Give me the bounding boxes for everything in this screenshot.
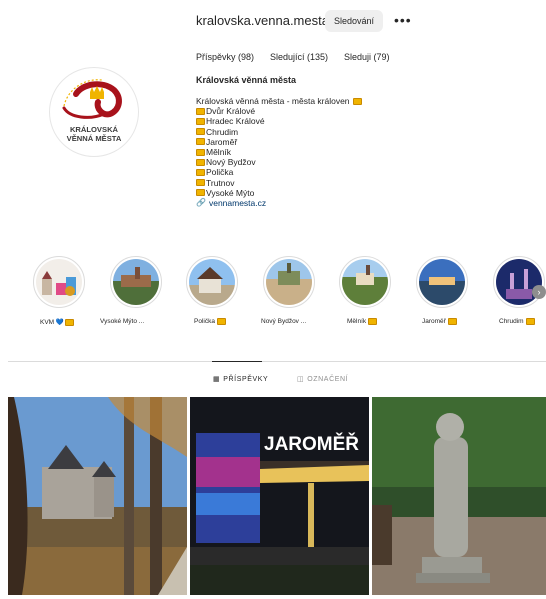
chevron-right-icon[interactable]: › xyxy=(532,285,546,299)
more-options-icon[interactable]: ••• xyxy=(394,12,412,28)
post-sign-text: JAROMĚŘ xyxy=(264,433,359,455)
highlight-jaromer[interactable]: Jaroměř xyxy=(416,256,468,325)
post-image xyxy=(8,397,187,595)
post-tile[interactable]: JAROMĚŘ xyxy=(190,397,369,595)
website-text[interactable]: vennamesta.cz xyxy=(209,198,266,208)
bio-city-line: Trutnov xyxy=(196,178,363,188)
crown-emoji-icon xyxy=(216,318,226,325)
highlight-label: Vysoké Mýto ... xyxy=(100,318,145,325)
bio-city: Mělník xyxy=(206,147,232,158)
highlight-thumbnail xyxy=(342,259,388,305)
tab-posts[interactable]: ▦ PŘÍSPĚVKY xyxy=(213,375,269,384)
crown-emoji-icon xyxy=(447,318,457,325)
bio-city-line: Jaroměř xyxy=(196,137,363,147)
crown-emoji-icon xyxy=(196,107,205,115)
highlight-label: KVM 💙 xyxy=(40,319,64,326)
highlight-kvm[interactable]: KVM 💙 xyxy=(33,256,85,326)
bio-city: Nový Bydžov xyxy=(206,157,256,168)
highlight-thumbnail xyxy=(36,259,82,305)
highlight-label: Nový Bydžov ... xyxy=(261,318,307,325)
highlight-melnik[interactable]: Mělník xyxy=(339,256,391,325)
bio-city-line: Polička xyxy=(196,167,363,177)
bio-city: Dvůr Králové xyxy=(206,106,256,117)
bio-intro-text: Královská věnná města - města královen xyxy=(196,96,350,106)
highlight-thumbnail xyxy=(113,259,159,305)
tag-icon: ◫ xyxy=(297,376,305,383)
bio-city: Jaroměř xyxy=(206,136,238,147)
crown-emoji-icon xyxy=(525,318,535,325)
followers-count[interactable]: Sledující (135) xyxy=(270,52,328,62)
following-button[interactable]: Sledování xyxy=(325,10,383,32)
highlight-thumbnail xyxy=(189,259,235,305)
bio-city-line: Vysoké Mýto xyxy=(196,188,363,198)
highlight-label: Mělník xyxy=(347,318,367,326)
crown-emoji-icon xyxy=(196,138,205,146)
bio-city-line: Hradec Králové xyxy=(196,116,363,126)
crown-emoji-icon xyxy=(65,318,74,326)
website-link[interactable]: 🔗 vennamesta.cz xyxy=(196,198,363,208)
bio-city-line: Mělník xyxy=(196,147,363,157)
crown-emoji-icon xyxy=(196,158,205,166)
highlight-label: Jaroměř xyxy=(422,318,446,326)
post-image: JAROMĚŘ xyxy=(190,397,369,595)
bio-name: Královská věnná města xyxy=(196,75,297,85)
grid-icon: ▦ xyxy=(213,376,221,383)
logo-text-line2: VĚNNÁ MĚSTA xyxy=(66,134,122,143)
bio-city: Chrudim xyxy=(206,126,239,137)
tab-posts-label: PŘÍSPĚVKY xyxy=(223,375,269,383)
crown-emoji-icon xyxy=(196,118,205,125)
crown-emoji-icon xyxy=(196,148,205,156)
tab-tagged-label: OZNAČENÍ xyxy=(307,375,349,383)
highlight-vysoke-myto[interactable]: Vysoké Mýto ... xyxy=(100,256,162,325)
following-count[interactable]: Sleduji (79) xyxy=(344,52,390,62)
highlight-label: Polička xyxy=(194,318,215,326)
bio: Královská věnná města - města královen D… xyxy=(196,96,363,208)
crown-emoji-icon xyxy=(196,189,205,197)
logo-text-line1: KRÁLOVSKÁ xyxy=(69,125,119,134)
bio-city-line: Chrudim xyxy=(196,127,363,137)
crown-emoji-icon xyxy=(352,97,362,105)
post-tile[interactable] xyxy=(8,397,187,595)
highlight-thumbnail xyxy=(266,259,312,305)
highlight-policka[interactable]: Polička xyxy=(186,256,238,325)
post-tile[interactable] xyxy=(372,397,546,595)
highlight-label: Chrudim xyxy=(499,318,524,326)
bio-city-line: Dvůr Králové xyxy=(196,106,363,116)
bio-intro: Královská věnná města - města královen xyxy=(196,96,363,106)
highlight-novy-bydzov[interactable]: Nový Bydžov ... xyxy=(261,256,315,325)
bio-city-line: Nový Bydžov xyxy=(196,157,363,167)
crown-emoji-icon xyxy=(196,128,205,136)
tabs-divider xyxy=(8,361,546,362)
post-image xyxy=(372,397,546,595)
bio-city: Hradec Králové xyxy=(206,116,265,127)
profile-avatar[interactable]: KRÁLOVSKÁ VĚNNÁ MĚSTA xyxy=(49,67,139,157)
link-icon: 🔗 xyxy=(196,198,206,208)
highlight-thumbnail xyxy=(419,259,465,305)
bio-city: Polička xyxy=(206,167,234,178)
bio-city: Trutnov xyxy=(206,177,235,188)
highlight-chrudim[interactable]: Chrudim xyxy=(493,256,545,325)
active-tab-indicator xyxy=(212,361,262,362)
crown-emoji-icon xyxy=(196,179,205,187)
profile-username: kralovska.venna.mesta xyxy=(196,13,329,28)
posts-count[interactable]: Příspěvky (98) xyxy=(196,52,254,62)
tab-tagged[interactable]: ◫ OZNAČENÍ xyxy=(297,375,349,384)
bio-city: Vysoké Mýto xyxy=(206,187,255,198)
crown-emoji-icon xyxy=(368,318,378,325)
crown-emoji-icon xyxy=(196,169,205,177)
